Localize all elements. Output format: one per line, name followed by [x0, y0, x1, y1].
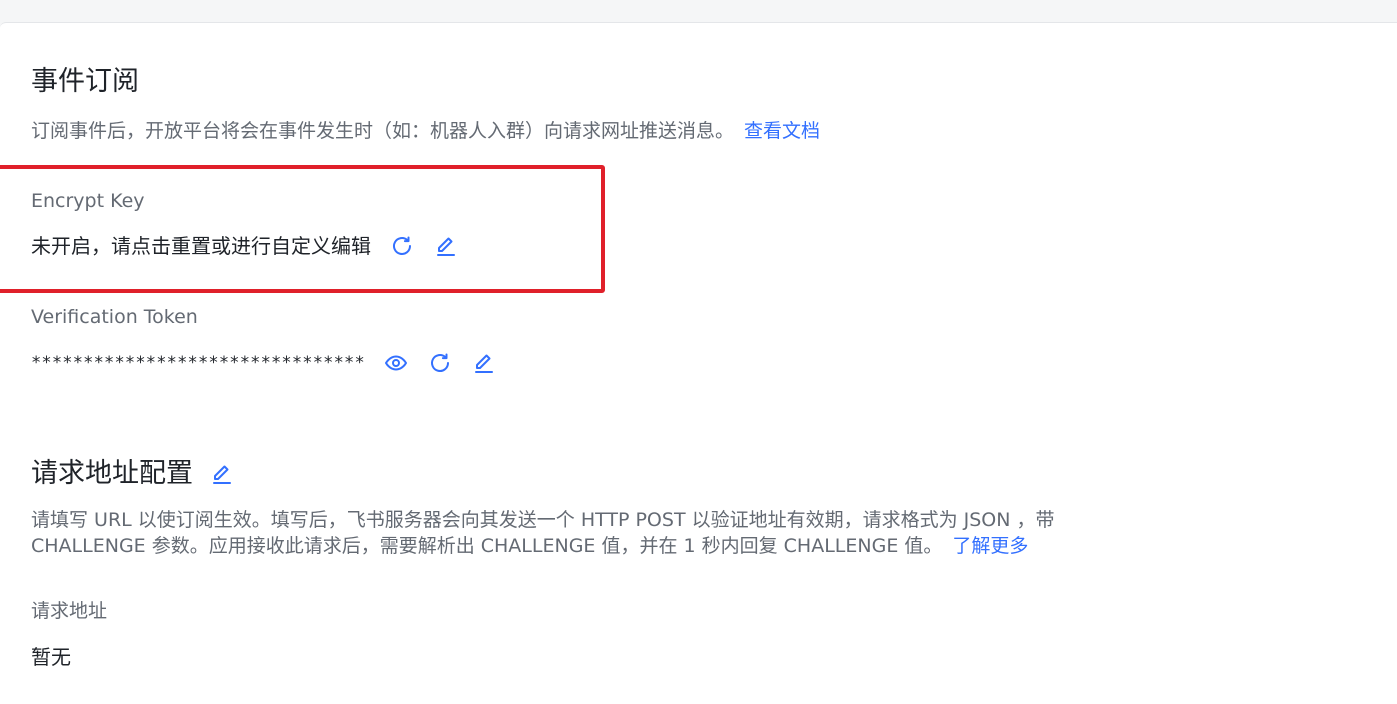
learn-more-link[interactable]: 了解更多 [952, 535, 1028, 557]
request-url-label: 请求地址 [31, 600, 108, 622]
verification-token-show-button[interactable] [383, 350, 409, 376]
verification-token-row: ******************************** [31, 349, 497, 377]
event-description-text: 订阅事件后，开放平台将会在事件发生时（如：机器人入群）向请求网址推送消息。 [31, 120, 735, 142]
edit-icon [474, 354, 493, 373]
edit-icon [213, 465, 231, 484]
verification-token-label: Verification Token [31, 306, 198, 328]
encrypt-key-highlight-box [0, 165, 605, 293]
request-section-header: 请求地址配置 [31, 456, 235, 492]
request-url-edit-button[interactable] [209, 461, 235, 487]
view-docs-link[interactable]: 查看文档 [744, 120, 820, 142]
request-section-description-line2: CHALLENGE 参数。应用接收此请求后，需要解析出 CHALLENGE 值，… [31, 533, 1028, 559]
verification-token-reset-button[interactable] [427, 350, 453, 376]
request-url-value: 暂无 [31, 645, 71, 669]
encrypt-key-label: Encrypt Key [31, 190, 145, 212]
event-subscription-card: 事件订阅 订阅事件后，开放平台将会在事件发生时（如：机器人入群）向请求网址推送消… [0, 22, 1397, 704]
encrypt-key-edit-button[interactable] [433, 233, 459, 259]
request-description-text: CHALLENGE 参数。应用接收此请求后，需要解析出 CHALLENGE 值，… [31, 535, 943, 557]
refresh-icon [393, 236, 411, 255]
encrypt-key-reset-button[interactable] [389, 233, 415, 259]
encrypt-key-value: 未开启，请点击重置或进行自定义编辑 [31, 234, 371, 258]
event-section-description: 订阅事件后，开放平台将会在事件发生时（如：机器人入群）向请求网址推送消息。 查看文… [31, 118, 820, 144]
event-section-title: 事件订阅 [31, 66, 139, 97]
eye-icon [384, 355, 407, 371]
verification-token-edit-button[interactable] [471, 350, 497, 376]
edit-icon [437, 237, 455, 256]
encrypt-key-row: 未开启，请点击重置或进行自定义编辑 [31, 232, 459, 260]
refresh-icon [430, 353, 449, 372]
verification-token-value: ******************************** [31, 353, 365, 373]
request-section-description-line1: 请填写 URL 以使订阅生效。填写后，飞书服务器会向其发送一个 HTTP POS… [31, 509, 1055, 531]
request-section-title: 请求地址配置 [31, 458, 193, 489]
